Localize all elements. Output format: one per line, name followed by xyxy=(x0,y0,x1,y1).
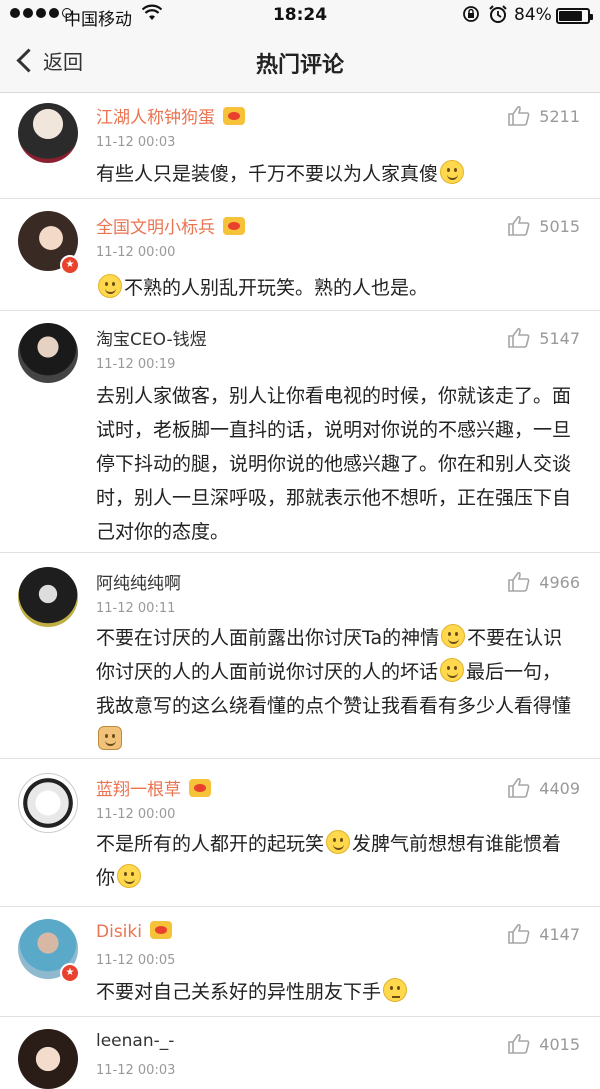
comment-time: 11-12 00:11 xyxy=(96,601,176,616)
comment-item[interactable]: 阿纯纯纯啊 11-12 00:11 4966 不要在讨厌的人面前露出你讨厌Ta的… xyxy=(0,553,600,759)
comment-text: 有些人只是装傻，千万不要以为人家真傻 xyxy=(96,157,574,191)
like-count: 4966 xyxy=(539,572,580,592)
like-button[interactable]: 5015 xyxy=(507,215,580,237)
verified-badge-icon: ★ xyxy=(60,963,80,983)
vip-crown-icon xyxy=(223,107,245,125)
comment-time: 11-12 00:03 xyxy=(96,135,176,150)
thumbs-up-icon xyxy=(508,777,530,798)
smile-emoji-icon xyxy=(441,624,466,648)
thumbs-up-icon xyxy=(508,571,530,592)
username[interactable]: 淘宝CEO-钱煜 xyxy=(96,325,207,350)
thumbs-up-icon xyxy=(508,1033,530,1054)
alarm-clock-icon xyxy=(488,4,508,29)
username[interactable]: 江湖人称钟狗蛋 xyxy=(96,103,245,128)
comment-time: 11-12 00:03 xyxy=(96,1063,176,1078)
avatar[interactable] xyxy=(18,323,78,383)
thumbs-up-icon xyxy=(508,105,530,126)
avatar[interactable] xyxy=(18,773,78,833)
thumbs-up-icon xyxy=(508,327,530,348)
comment-item[interactable]: 淘宝CEO-钱煜 11-12 00:19 5147 去别人家做客，别人让你看电视… xyxy=(0,311,600,553)
comment-time: 11-12 00:05 xyxy=(96,953,176,968)
comment-text: 去别人家做客，别人让你看电视的时候，你就该走了。面试时，老板脚一直抖的话，说明对… xyxy=(96,385,572,543)
like-button[interactable]: 4409 xyxy=(507,777,580,799)
avatar[interactable] xyxy=(18,1029,78,1089)
like-button[interactable]: 4966 xyxy=(507,571,580,593)
comment-item[interactable]: 江湖人称钟狗蛋 11-12 00:03 5211 有些人只是装傻，千万不要以为人… xyxy=(0,93,600,199)
smile-emoji-icon xyxy=(440,160,465,184)
avatar[interactable] xyxy=(18,567,78,627)
vip-crown-icon xyxy=(189,779,211,797)
battery-percent: 84% xyxy=(514,5,552,25)
comment-text: 不是所有的人都开的起玩笑 发脾气前想想有谁能惯着你 xyxy=(96,827,574,895)
thumbs-up-icon xyxy=(508,215,530,236)
username[interactable]: leenan-_- xyxy=(96,1031,174,1051)
smile-emoji-icon xyxy=(117,864,142,888)
comment-item[interactable]: leenan-_- 11-12 00:03 4015 xyxy=(0,1017,600,1089)
smile-emoji-icon xyxy=(326,830,351,854)
rotation-lock-icon xyxy=(462,5,480,28)
navigation-bar: 返回 热门评论 xyxy=(0,32,600,93)
comment-text: 不熟的人别乱开玩笑。熟的人也是。 xyxy=(96,271,574,305)
like-count: 4147 xyxy=(539,924,580,944)
page-title: 热门评论 xyxy=(255,53,344,78)
comment-item[interactable]: ★ 全国文明小标兵 11-12 00:00 5015 不熟的人别乱开玩笑。熟的人… xyxy=(0,199,600,311)
verified-badge-icon: ★ xyxy=(60,255,80,275)
comment-time: 11-12 00:00 xyxy=(96,807,176,822)
username[interactable]: Disiki xyxy=(96,921,172,942)
like-count: 5211 xyxy=(539,106,580,126)
comment-item[interactable]: 蓝翔一根草 11-12 00:00 4409 不是所有的人都开的起玩笑 发脾气前想… xyxy=(0,759,600,907)
smile-emoji-icon xyxy=(98,274,122,298)
like-count: 4015 xyxy=(539,1034,580,1054)
like-button[interactable]: 4015 xyxy=(507,1033,580,1055)
username[interactable]: 蓝翔一根草 xyxy=(96,775,211,800)
status-bar: 中国移动 18:24 84% xyxy=(0,0,600,32)
comment-text: 不要在讨厌的人面前露出你讨厌Ta的神情 不要在认识你讨厌的人的人面前说你讨厌的人的… xyxy=(96,621,574,757)
username[interactable]: 阿纯纯纯啊 xyxy=(96,569,181,594)
doge-emoji-icon xyxy=(98,726,122,750)
like-count: 5015 xyxy=(539,216,580,236)
vip-crown-icon xyxy=(223,217,245,235)
avatar[interactable] xyxy=(18,103,78,163)
like-button[interactable]: 5211 xyxy=(507,105,580,127)
thinking-emoji-icon xyxy=(383,978,408,1002)
like-count: 5147 xyxy=(539,328,580,348)
username[interactable]: 全国文明小标兵 xyxy=(96,213,245,238)
comment-time: 11-12 00:00 xyxy=(96,245,176,260)
like-count: 4409 xyxy=(539,778,580,798)
vip-crown-icon xyxy=(149,921,172,939)
like-button[interactable]: 4147 xyxy=(507,923,580,945)
like-button[interactable]: 5147 xyxy=(507,327,580,349)
comment-text: 不要对自己关系好的异性朋友下手 xyxy=(96,975,574,1009)
thumbs-up-icon xyxy=(508,923,530,944)
smile-emoji-icon xyxy=(440,658,465,682)
comment-item[interactable]: ★ Disiki 11-12 00:05 4147 不要对自己关系好的异性朋友下… xyxy=(0,907,600,1017)
battery-icon xyxy=(556,8,593,24)
comment-list: 江湖人称钟狗蛋 11-12 00:03 5211 有些人只是装傻，千万不要以为人… xyxy=(0,93,600,1089)
clock-time: 18:24 xyxy=(272,5,328,25)
comment-time: 11-12 00:19 xyxy=(96,357,176,372)
